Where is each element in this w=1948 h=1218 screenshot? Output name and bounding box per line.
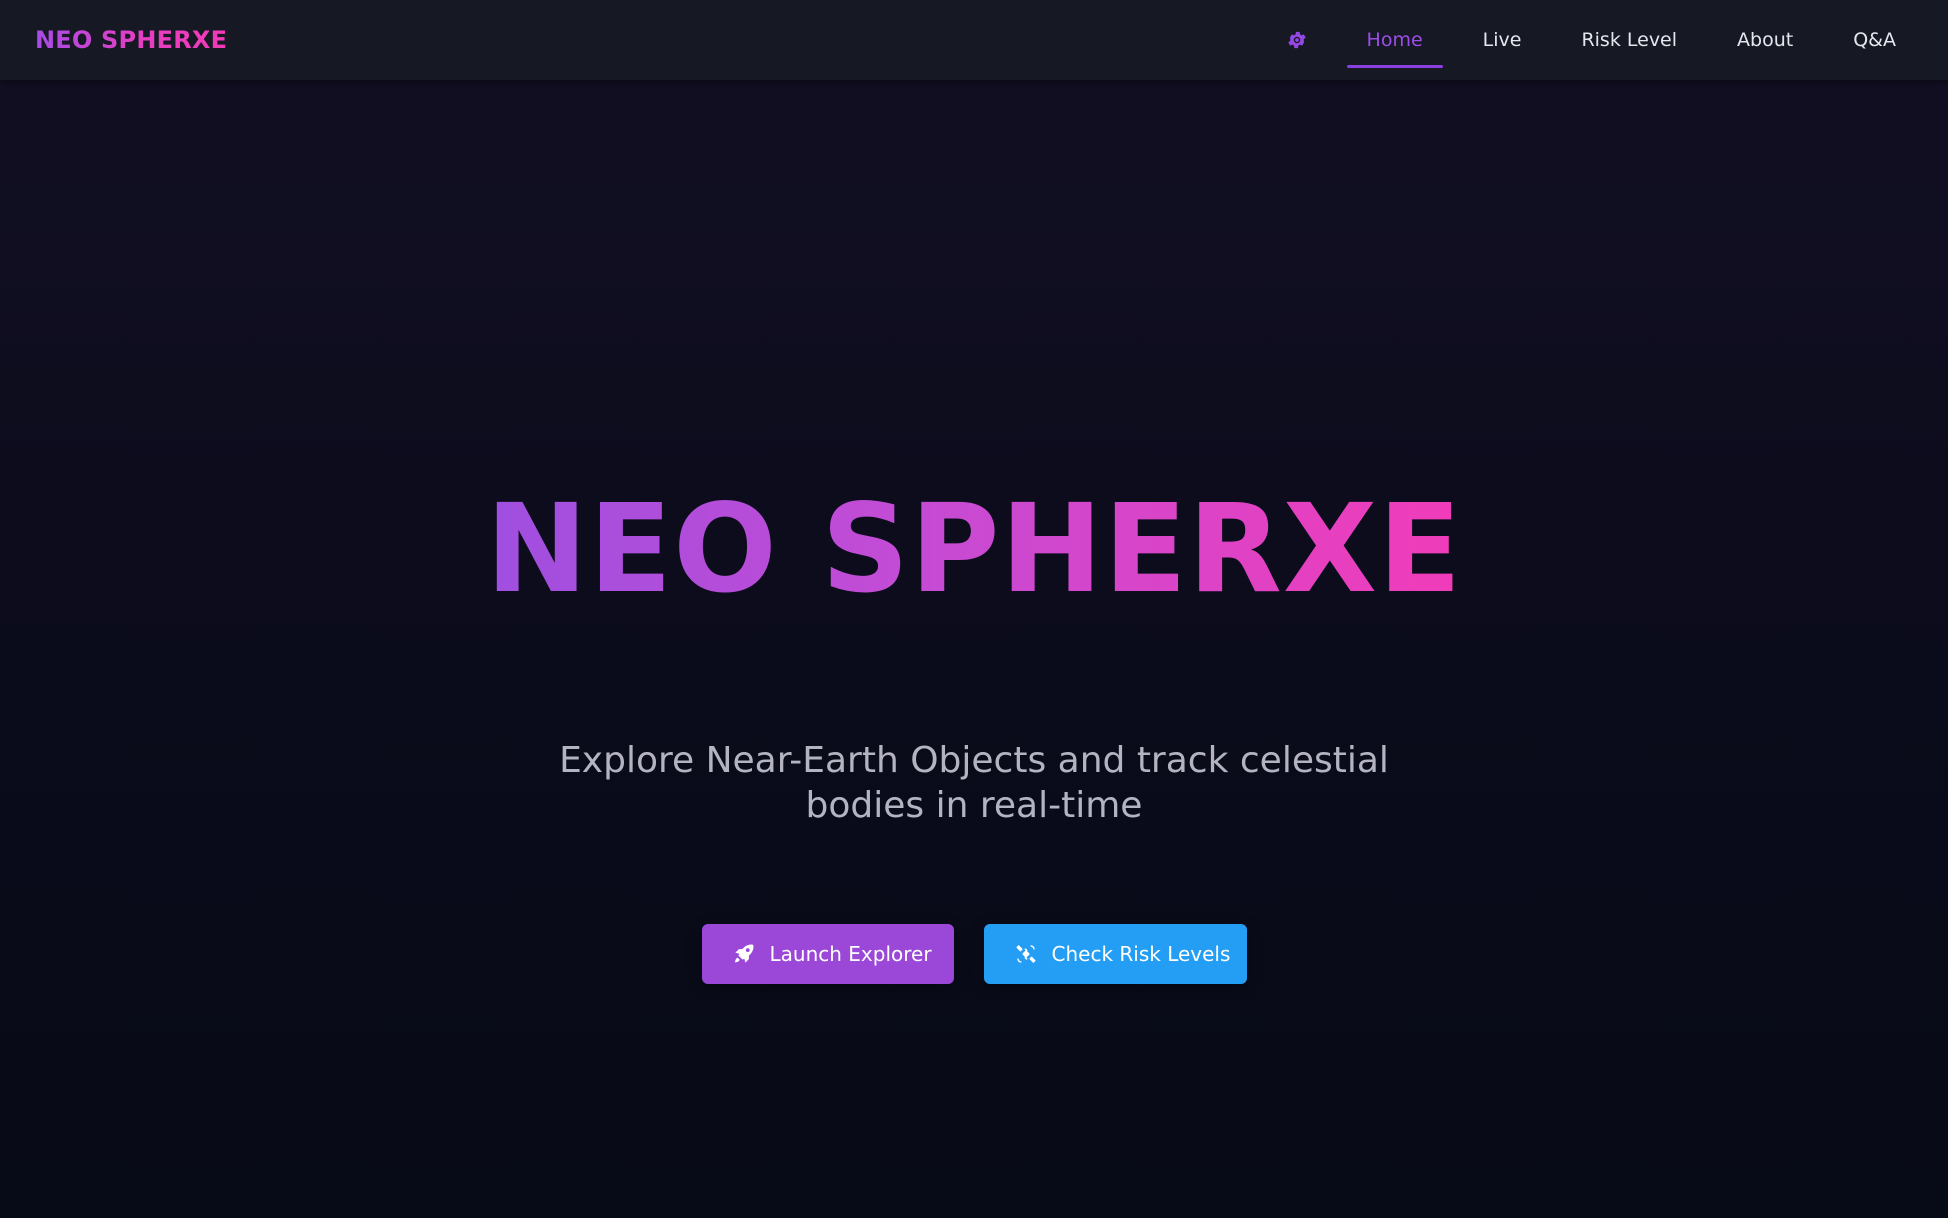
main-nav: Home Live Risk Level About Q&A bbox=[1337, 0, 1926, 80]
launch-explorer-label: Launch Explorer bbox=[769, 941, 932, 966]
hero-section: NEO SPHERXE Explore Near-Earth Objects a… bbox=[0, 80, 1948, 1218]
top-navbar: NEO SPHERXE Home Live Risk Level About Q… bbox=[0, 0, 1948, 80]
gear-icon bbox=[1286, 29, 1308, 51]
hero-title: NEO SPHERXE bbox=[485, 478, 1463, 620]
nav-right-group: Home Live Risk Level About Q&A bbox=[1283, 0, 1948, 80]
theme-toggle-button[interactable] bbox=[1283, 26, 1311, 54]
nav-item-live[interactable]: Live bbox=[1453, 0, 1552, 80]
hero-actions: Launch Explorer Check Risk Levels bbox=[701, 923, 1247, 984]
launch-explorer-button[interactable]: Launch Explorer bbox=[701, 923, 954, 984]
nav-item-risk-level[interactable]: Risk Level bbox=[1551, 0, 1707, 80]
nav-item-qa[interactable]: Q&A bbox=[1823, 0, 1926, 80]
rocket-icon bbox=[732, 941, 756, 967]
check-risk-levels-label: Check Risk Levels bbox=[1051, 941, 1231, 966]
brand-logo[interactable]: NEO SPHERXE bbox=[35, 0, 227, 80]
check-risk-levels-button[interactable]: Check Risk Levels bbox=[983, 923, 1247, 984]
hero-subtitle: Explore Near-Earth Objects and track cel… bbox=[559, 739, 1389, 826]
nav-item-home[interactable]: Home bbox=[1337, 0, 1453, 80]
nav-item-about[interactable]: About bbox=[1707, 0, 1823, 80]
satellite-icon bbox=[1014, 941, 1038, 967]
